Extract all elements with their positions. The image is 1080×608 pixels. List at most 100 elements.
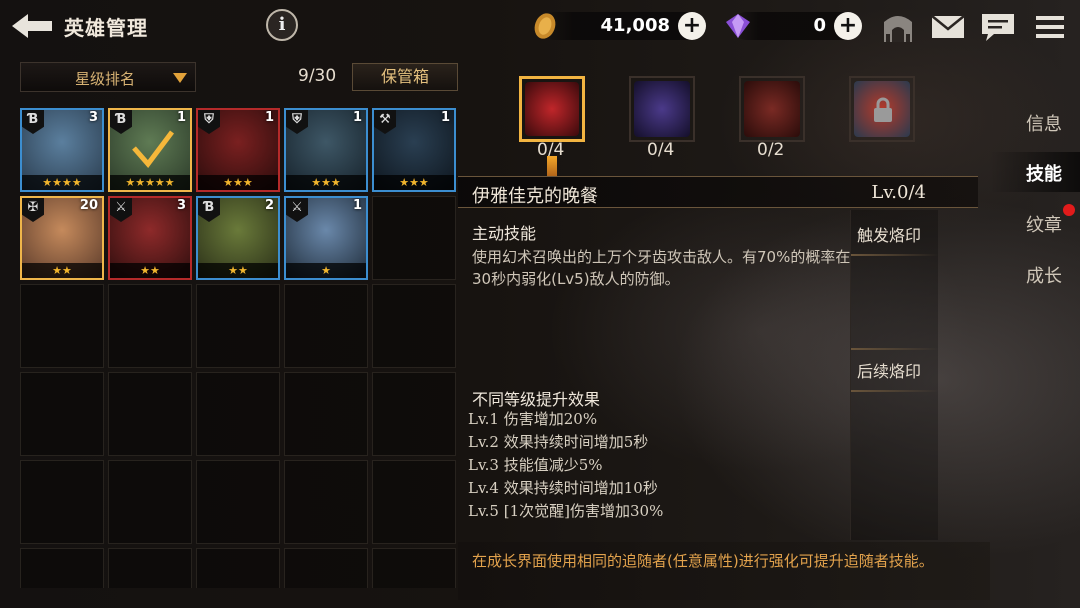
tab-skill[interactable]: 技能	[1026, 160, 1062, 186]
lock-icon	[874, 97, 892, 122]
mail-icon[interactable]	[930, 10, 966, 44]
empty-hero-slot	[20, 284, 104, 368]
empty-hero-slot	[284, 372, 368, 456]
hero-card[interactable]: Ɓ 1 ★★★★★	[108, 108, 192, 192]
empty-hero-slot	[108, 284, 192, 368]
hero-card[interactable]: ⛨ 1 ★★★	[196, 108, 280, 192]
skill-description-panel[interactable]: 主动技能 使用幻术召唤出的上万个牙齿攻击敌人。有70%的概率在30秒内弱化(Lv…	[458, 210, 850, 540]
upgrade-item: Lv.3 技能值减少5%	[468, 456, 603, 474]
upgrade-item: Lv.5 [1次觉醒]伤害增加30%	[468, 502, 664, 520]
empty-hero-slot	[108, 460, 192, 544]
hero-card[interactable]: ✠ 20 ★★	[20, 196, 104, 280]
selected-skill-marker	[547, 156, 557, 176]
imprint-column: 触发烙印 后续烙印	[850, 210, 939, 540]
star-rating: ★	[286, 263, 366, 278]
rune-skill-icon	[744, 81, 800, 137]
skill-type-label: 主动技能	[472, 224, 537, 243]
notification-dot	[1063, 204, 1075, 216]
star-rating: ★★★	[374, 175, 454, 190]
storage-button[interactable]: 保管箱	[352, 63, 458, 91]
hero-card[interactable]: Ɓ 2 ★★	[196, 196, 280, 280]
gold-coin-icon	[534, 13, 556, 39]
empty-hero-slot	[372, 284, 456, 368]
tip-text: 在成长界面使用相同的追随者(任意属性)进行强化可提升追随者技能。	[472, 552, 934, 570]
upgrade-title: 不同等级提升效果	[472, 390, 601, 409]
castle-icon[interactable]	[880, 10, 916, 44]
skill-slot[interactable]	[849, 76, 915, 142]
empty-hero-slot	[196, 284, 280, 368]
star-rating: ★★★	[198, 175, 278, 190]
skill-slot[interactable]	[629, 76, 695, 142]
back-arrow-icon	[12, 14, 52, 38]
empty-hero-slot	[20, 372, 104, 456]
trigger-imprint-button[interactable]: 触发烙印	[857, 222, 921, 246]
empty-hero-slot	[372, 372, 456, 456]
empty-hero-slot	[372, 196, 456, 280]
upgrade-item: Lv.1 伤害增加20%	[468, 410, 598, 428]
hero-count: 9/30	[298, 66, 337, 86]
hero-level: 2	[264, 198, 274, 213]
follow-imprint-button[interactable]: 后续烙印	[857, 358, 921, 382]
hero-level: 1	[352, 110, 362, 125]
skill-level: Lv.0/4	[871, 182, 926, 203]
gold-amount: 41,008	[600, 15, 670, 36]
add-gem-button[interactable]: +	[834, 12, 862, 40]
empty-hero-slot	[20, 460, 104, 544]
chat-icon[interactable]	[980, 10, 1016, 44]
empty-hero-slot	[372, 460, 456, 544]
hero-level: 1	[352, 198, 362, 213]
hero-card[interactable]: ⛨ 1 ★★★	[284, 108, 368, 192]
hero-card[interactable]: ⚔ 3 ★★	[108, 196, 192, 280]
top-bar: 英雄管理 i 41,008 + 0 +	[0, 0, 1080, 52]
chevron-down-icon	[173, 73, 187, 83]
skill-name: 伊雅佳克的晚餐	[472, 186, 598, 207]
empty-hero-slot	[372, 548, 456, 588]
empty-hero-slot	[196, 372, 280, 456]
gem-amount: 0	[813, 15, 826, 36]
hero-level: 3	[88, 110, 98, 125]
skill-description: 使用幻术召唤出的上万个牙齿攻击敌人。有70%的概率在30秒内弱化(Lv5)敌人的…	[472, 248, 850, 288]
back-button[interactable]	[10, 12, 54, 40]
hero-level: 1	[264, 110, 274, 125]
skill-slot[interactable]	[739, 76, 805, 142]
wolf-skill-icon	[634, 81, 690, 137]
star-rating: ★★	[110, 263, 190, 278]
divider	[851, 254, 939, 256]
empty-hero-slot	[108, 548, 192, 588]
hero-level: 3	[176, 198, 186, 213]
divider	[851, 348, 939, 350]
hero-card[interactable]: ⚒ 1 ★★★	[372, 108, 456, 192]
tab-emblem[interactable]: 纹章	[1026, 211, 1062, 237]
menu-icon[interactable]	[1032, 10, 1068, 44]
empty-hero-slot	[284, 284, 368, 368]
gem-currency: 0 +	[726, 12, 862, 40]
hero-level: 1	[440, 110, 450, 125]
gold-currency: 41,008 +	[534, 12, 706, 40]
tab-info[interactable]: 信息	[1026, 110, 1062, 136]
info-button[interactable]: i	[266, 9, 298, 41]
hero-level: 20	[79, 198, 98, 213]
empty-hero-slot	[108, 372, 192, 456]
add-gold-button[interactable]: +	[678, 12, 706, 40]
check-icon	[132, 130, 174, 168]
dark-mouth-skill-icon	[525, 82, 579, 136]
skill-slot[interactable]	[519, 76, 585, 142]
star-rating: ★★	[198, 263, 278, 278]
empty-hero-slot	[196, 460, 280, 544]
sort-label: 星级排名	[75, 70, 136, 88]
skill-header: 伊雅佳克的晚餐 Lv.0/4	[458, 176, 978, 208]
skill-count: 0/2	[757, 140, 785, 160]
divider	[851, 390, 939, 392]
hero-card[interactable]: ⚔ 1 ★	[284, 196, 368, 280]
star-rating: ★★★	[286, 175, 366, 190]
hero-level: 1	[176, 110, 186, 125]
tab-growth[interactable]: 成长	[1026, 262, 1062, 288]
star-rating: ★★★★★	[110, 175, 190, 190]
empty-hero-slot	[284, 460, 368, 544]
empty-hero-slot	[284, 548, 368, 588]
upgrade-item: Lv.2 效果持续时间增加5秒	[468, 433, 649, 451]
sort-dropdown[interactable]: 星级排名	[20, 62, 196, 92]
purple-gem-icon	[726, 14, 750, 38]
hero-card[interactable]: Ɓ 3 ★★★★	[20, 108, 104, 192]
skill-count: 0/4	[647, 140, 675, 160]
